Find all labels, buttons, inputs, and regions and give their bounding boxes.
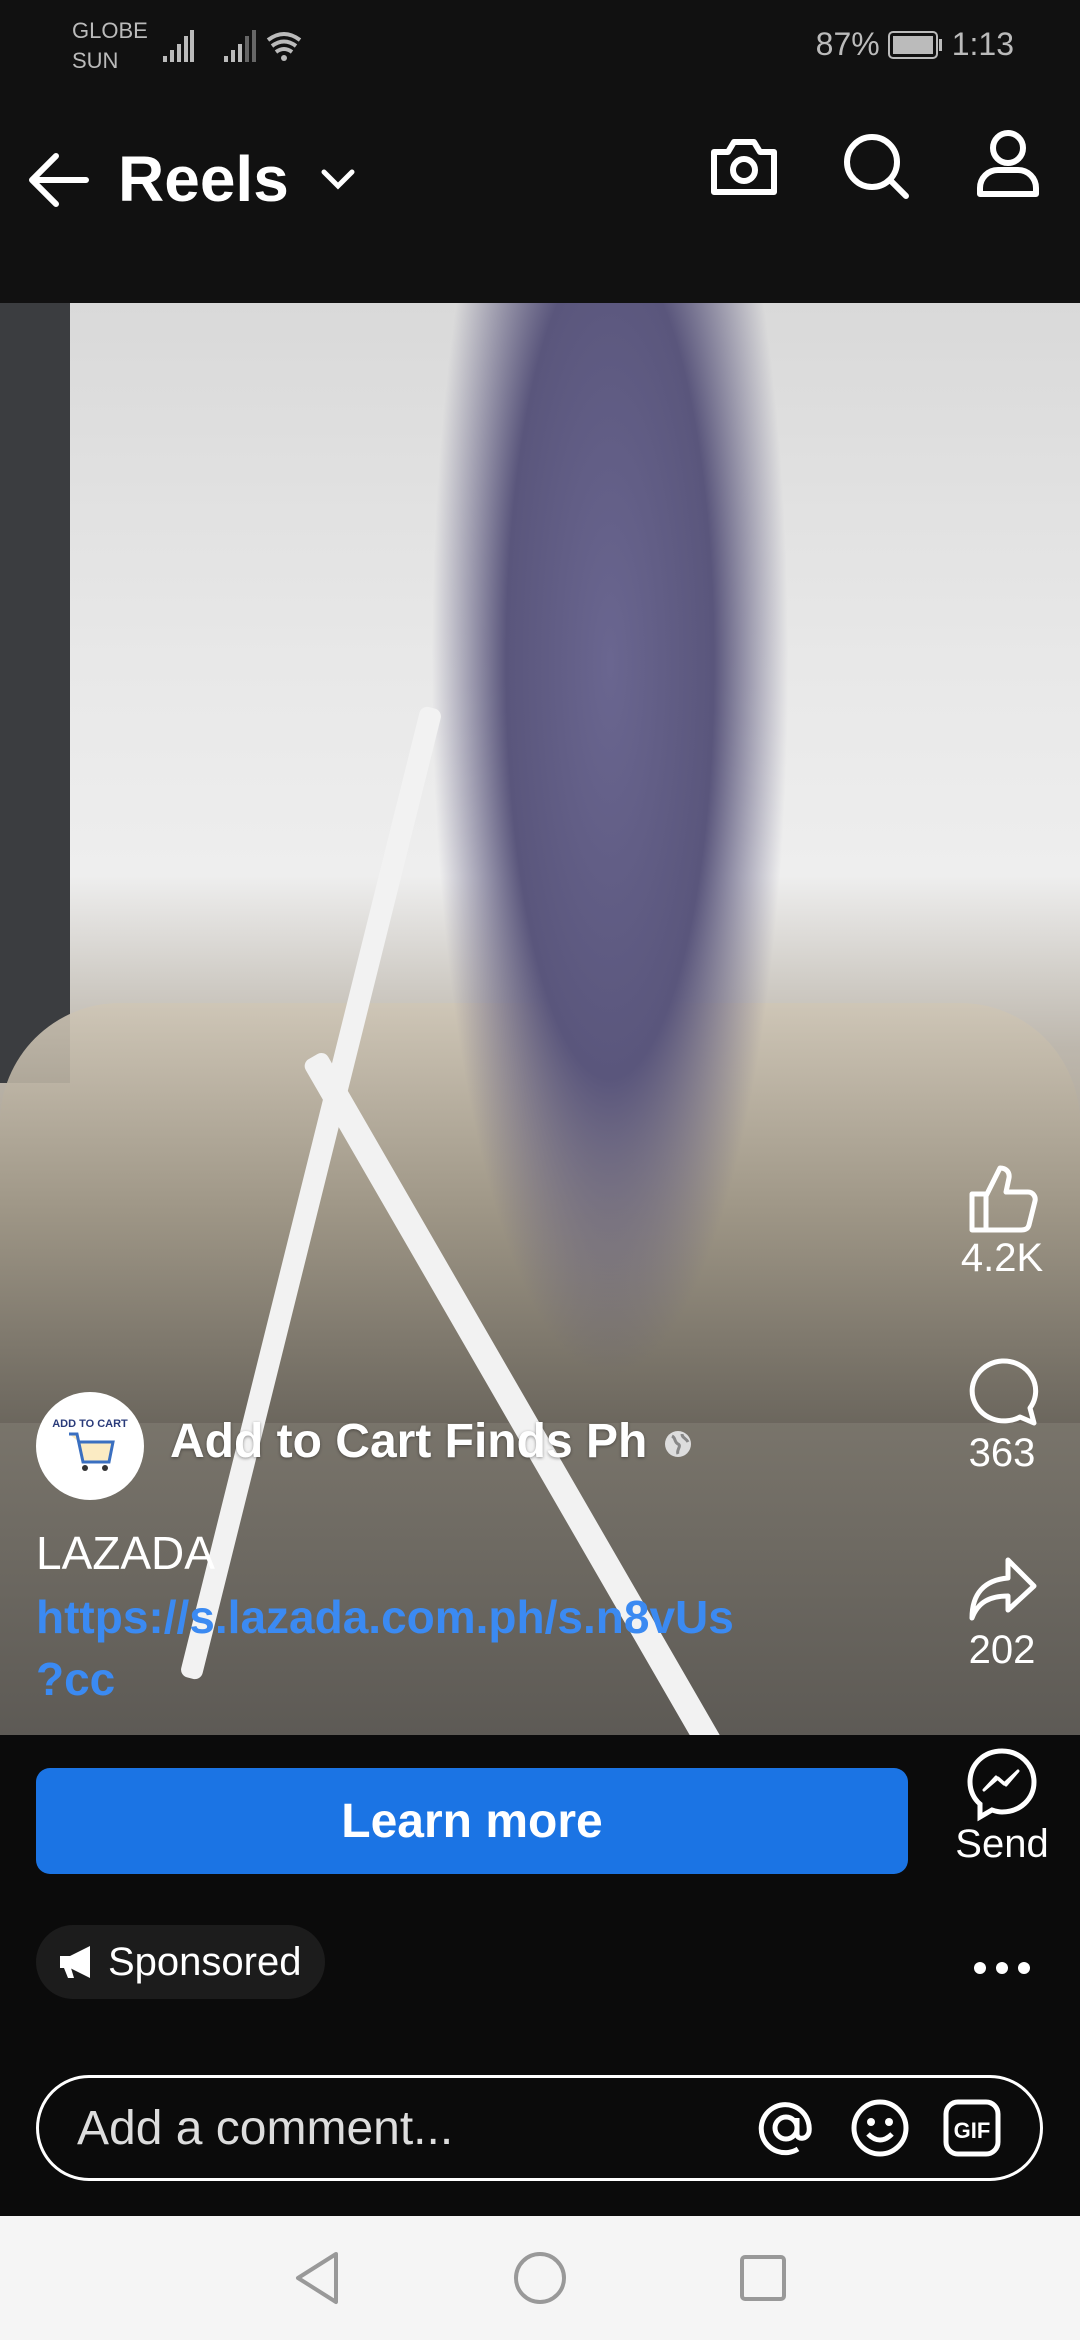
globe-icon [665, 1431, 691, 1457]
status-right: 87% 1:13 [816, 26, 1014, 63]
author-name[interactable]: Add to Cart Finds Ph [170, 1414, 647, 1469]
shopping-cart-icon [69, 1432, 115, 1471]
camera-icon[interactable] [708, 134, 780, 198]
caption-link-line-1[interactable]: https://s.lazada.com.ph/s.n8vUs [36, 1586, 734, 1648]
clock: 1:13 [951, 26, 1014, 62]
gif-icon[interactable]: GIF [942, 2098, 1002, 2158]
profile-icon[interactable] [974, 128, 1042, 200]
signal-wifi-icon [163, 30, 302, 62]
nav-home-icon[interactable] [512, 2250, 568, 2306]
mention-icon[interactable] [754, 2096, 818, 2160]
comment-count: 363 [968, 1431, 1036, 1475]
send-button[interactable]: Send [937, 1746, 1067, 1867]
like-button[interactable]: 4.2K [937, 1160, 1067, 1281]
messenger-icon [967, 1748, 1037, 1822]
svg-text:GIF: GIF [954, 2118, 991, 2143]
share-button[interactable]: 202 [937, 1552, 1067, 1673]
megaphone-icon [60, 1946, 90, 1978]
thumbs-up-icon [969, 1165, 1038, 1233]
battery-percent: 87% [815, 26, 880, 62]
page-title[interactable]: Reels [118, 142, 289, 216]
carrier-1: GLOBE [72, 18, 148, 43]
comment-button[interactable]: 363 [937, 1355, 1067, 1476]
learn-more-button[interactable]: Learn more [36, 1768, 908, 1874]
video-curtain [0, 303, 70, 1083]
nav-recents-icon[interactable] [738, 2253, 788, 2303]
share-count: 202 [968, 1628, 1036, 1672]
header: Reels [0, 90, 1080, 303]
nav-back-icon[interactable] [292, 2250, 342, 2306]
back-arrow-icon[interactable] [26, 150, 92, 210]
status-bar: GLOBE SUN 87% 1:13 [0, 0, 1080, 90]
carrier-names: GLOBE SUN [72, 16, 148, 76]
caption-link[interactable]: https://s.lazada.com.ph/s.n8vUs ?cc [36, 1586, 734, 1710]
chevron-down-icon[interactable] [320, 168, 356, 192]
caption-text: LAZADA [36, 1527, 215, 1579]
comment-input[interactable]: Add a comment... GIF [36, 2075, 1043, 2181]
sponsored-label: Sponsored [108, 1939, 302, 1984]
comment-placeholder: Add a comment... [77, 2101, 454, 2155]
search-icon[interactable] [840, 130, 912, 202]
author-avatar[interactable]: ADD TO CART [36, 1392, 144, 1500]
reel-video[interactable] [0, 303, 1080, 1735]
more-options-icon[interactable] [972, 1958, 1032, 1978]
avatar-logo-text: ADD TO CART [52, 1418, 128, 1430]
share-arrow-icon [969, 1557, 1037, 1621]
sponsored-badge: Sponsored [36, 1925, 326, 1999]
system-nav-bar [0, 2216, 1080, 2340]
like-count: 4.2K [960, 1236, 1044, 1280]
send-label: Send [955, 1822, 1049, 1866]
comment-bubble-icon [969, 1358, 1039, 1426]
emoji-icon[interactable] [848, 2096, 912, 2160]
carrier-2: SUN [72, 48, 119, 73]
caption-link-line-2[interactable]: ?cc [36, 1648, 734, 1710]
battery-icon [887, 30, 942, 59]
